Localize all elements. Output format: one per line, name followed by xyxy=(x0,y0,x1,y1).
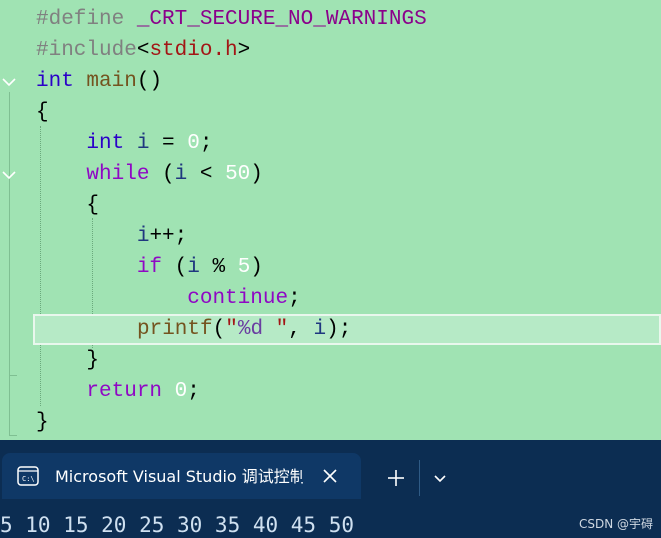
code-line-text: #include<stdio.h> xyxy=(36,35,250,66)
code-token: () xyxy=(136,70,163,93)
console-output: 5 10 15 20 25 30 35 40 45 50 xyxy=(0,513,355,537)
code-line-text: int main() xyxy=(36,66,162,97)
watermark: CSDN @宇碍 xyxy=(578,517,653,531)
code-line[interactable]: { xyxy=(0,97,661,128)
plus-icon[interactable] xyxy=(383,465,409,491)
code-token: { xyxy=(36,194,100,217)
code-token: , xyxy=(288,318,314,341)
code-token: i xyxy=(174,163,188,186)
code-token: i xyxy=(313,318,327,341)
code-token: " xyxy=(263,318,289,341)
code-token: printf xyxy=(137,318,213,341)
console-window-icon: C:\ xyxy=(17,466,39,486)
code-line-text: if (i % 5) xyxy=(36,252,263,283)
code-line-text: return 0; xyxy=(36,376,200,407)
code-token: " xyxy=(225,318,238,341)
code-line-text: #define _CRT_SECURE_NO_WARNINGS xyxy=(36,4,427,35)
code-token: i xyxy=(136,225,150,248)
code-token: _CRT_SECURE_NO_WARNINGS xyxy=(136,8,427,31)
code-editor[interactable]: #define _CRT_SECURE_NO_WARNINGS #include<… xyxy=(0,0,661,440)
code-token: ; xyxy=(199,132,213,155)
code-token: int xyxy=(86,132,125,155)
code-line[interactable]: #define _CRT_SECURE_NO_WARNINGS xyxy=(0,4,661,35)
code-token: if xyxy=(136,256,163,279)
code-token: = xyxy=(149,132,188,155)
code-token: int xyxy=(36,70,74,93)
terminal-tab-title: Microsoft Visual Studio 调试控制台 xyxy=(55,467,303,486)
code-token: ( xyxy=(149,163,175,186)
code-token: #include xyxy=(36,39,137,62)
code-token: main xyxy=(86,70,137,93)
code-token: < xyxy=(136,39,150,62)
code-token: % xyxy=(199,256,238,279)
code-token: ; xyxy=(288,287,301,310)
code-token: ( xyxy=(212,318,226,341)
code-line-text: int i = 0; xyxy=(36,128,212,159)
code-line[interactable]: int i = 0; xyxy=(0,128,661,159)
terminal-panel: C:\ Microsoft Visual Studio 调试控制台 5 10 1… xyxy=(0,440,661,538)
code-line-text: } xyxy=(36,407,49,438)
code-token: ) xyxy=(250,163,263,186)
code-line[interactable]: #include<stdio.h> xyxy=(0,35,661,66)
chevron-down-icon[interactable] xyxy=(430,469,450,489)
code-token: 0 xyxy=(187,132,200,155)
code-line[interactable]: i++; xyxy=(0,221,661,252)
code-line[interactable]: return 0; xyxy=(0,376,661,407)
code-token: stdio.h xyxy=(149,39,238,62)
code-line[interactable]: while (i < 50) xyxy=(0,159,661,190)
code-line[interactable]: int main() xyxy=(0,66,661,97)
code-token: > xyxy=(237,39,251,62)
code-token: ; xyxy=(187,380,200,403)
code-token: ( xyxy=(162,256,188,279)
code-token: continue xyxy=(187,287,289,310)
code-line-text: printf("%d ", i); xyxy=(36,314,351,345)
terminal-tab[interactable]: C:\ Microsoft Visual Studio 调试控制台 xyxy=(2,453,361,499)
code-line[interactable]: } xyxy=(0,345,661,376)
code-token: } xyxy=(36,411,49,434)
code-token: #define xyxy=(36,8,137,31)
code-token: 50 xyxy=(225,163,251,186)
code-line[interactable]: continue; xyxy=(0,283,661,314)
code-token: { xyxy=(36,101,49,124)
code-line[interactable]: printf("%d ", i); xyxy=(33,314,661,345)
code-token: %d xyxy=(237,318,264,341)
code-token: 0 xyxy=(174,380,188,403)
code-line[interactable]: } xyxy=(0,407,661,438)
code-token: < xyxy=(187,163,226,186)
tab-separator xyxy=(419,460,420,496)
svg-text:C:\: C:\ xyxy=(22,475,35,483)
code-token: return xyxy=(86,380,163,403)
code-line-text: i++; xyxy=(36,221,187,252)
code-token: ); xyxy=(326,318,352,341)
code-line-text: continue; xyxy=(36,283,301,314)
close-icon[interactable] xyxy=(320,466,340,486)
code-token: ) xyxy=(250,256,263,279)
code-token: 5 xyxy=(237,256,251,279)
code-line-text: while (i < 50) xyxy=(36,159,263,190)
code-token: } xyxy=(36,349,100,372)
code-line-text: { xyxy=(36,97,49,128)
code-token: ++; xyxy=(149,225,188,248)
code-line-text: } xyxy=(36,345,99,376)
code-line-text: { xyxy=(36,190,99,221)
code-token: i xyxy=(136,132,150,155)
code-token: i xyxy=(187,256,200,279)
code-token: while xyxy=(86,163,150,186)
code-line[interactable]: if (i % 5) xyxy=(0,252,661,283)
code-line[interactable]: { xyxy=(0,190,661,221)
